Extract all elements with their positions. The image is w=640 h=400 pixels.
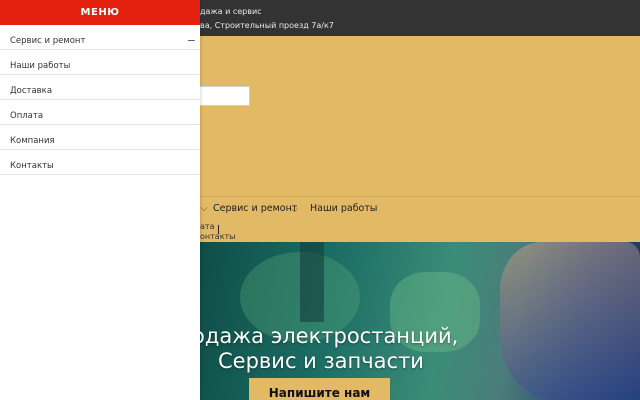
menu-item-label: Сервис и ремонт — [10, 36, 86, 46]
menu-title[interactable]: МЕНЮ — [0, 0, 200, 25]
menu-item-label: Компания — [10, 136, 55, 146]
tagline-text: дажа и сервис — [200, 7, 262, 16]
menu-item-label: Контакты — [10, 161, 54, 171]
menu-item-contacts[interactable]: Контакты — [0, 150, 200, 175]
menu-item-service[interactable]: Сервис и ремонт − — [0, 25, 200, 50]
chevron-down-icon[interactable]: ⌵ — [200, 203, 208, 214]
menu-item-company[interactable]: Компания — [0, 125, 200, 150]
menu-item-label: Доставка — [10, 86, 53, 96]
address-text: ва, Строительный проезд 7а/к7 — [200, 21, 334, 30]
hero-title: одажа электростанций, — [200, 324, 459, 348]
hero-image — [500, 242, 640, 400]
search-input[interactable] — [200, 86, 250, 106]
menu-item-works[interactable]: Наши работы — [0, 50, 200, 75]
hero-subtitle: Сервис и запчасти — [218, 349, 424, 373]
contact-us-button[interactable]: Напишите нам — [249, 378, 390, 400]
nav-item-works[interactable]: Наши работы — [310, 203, 377, 214]
hero-image — [300, 242, 324, 322]
nav-sub-payment[interactable]: ата — [200, 222, 214, 231]
hero-banner: одажа электростанций, Сервис и запчасти … — [200, 242, 640, 400]
text-cursor — [218, 225, 219, 234]
nav-item-service[interactable]: Сервис и ремонт — [213, 203, 297, 214]
menu-item-label: Оплата — [10, 111, 44, 121]
side-menu: МЕНЮ Сервис и ремонт − Наши работы Доста… — [0, 0, 200, 400]
menu-item-label: Наши работы — [10, 61, 71, 71]
menu-item-payment[interactable]: Оплата — [0, 100, 200, 125]
menu-item-delivery[interactable]: Доставка — [0, 75, 200, 100]
chevron-down-icon[interactable]: ⌵ — [291, 205, 298, 215]
main-nav: ⌵ Сервис и ремонт ⌵ Наши работы ата онта… — [200, 196, 640, 243]
